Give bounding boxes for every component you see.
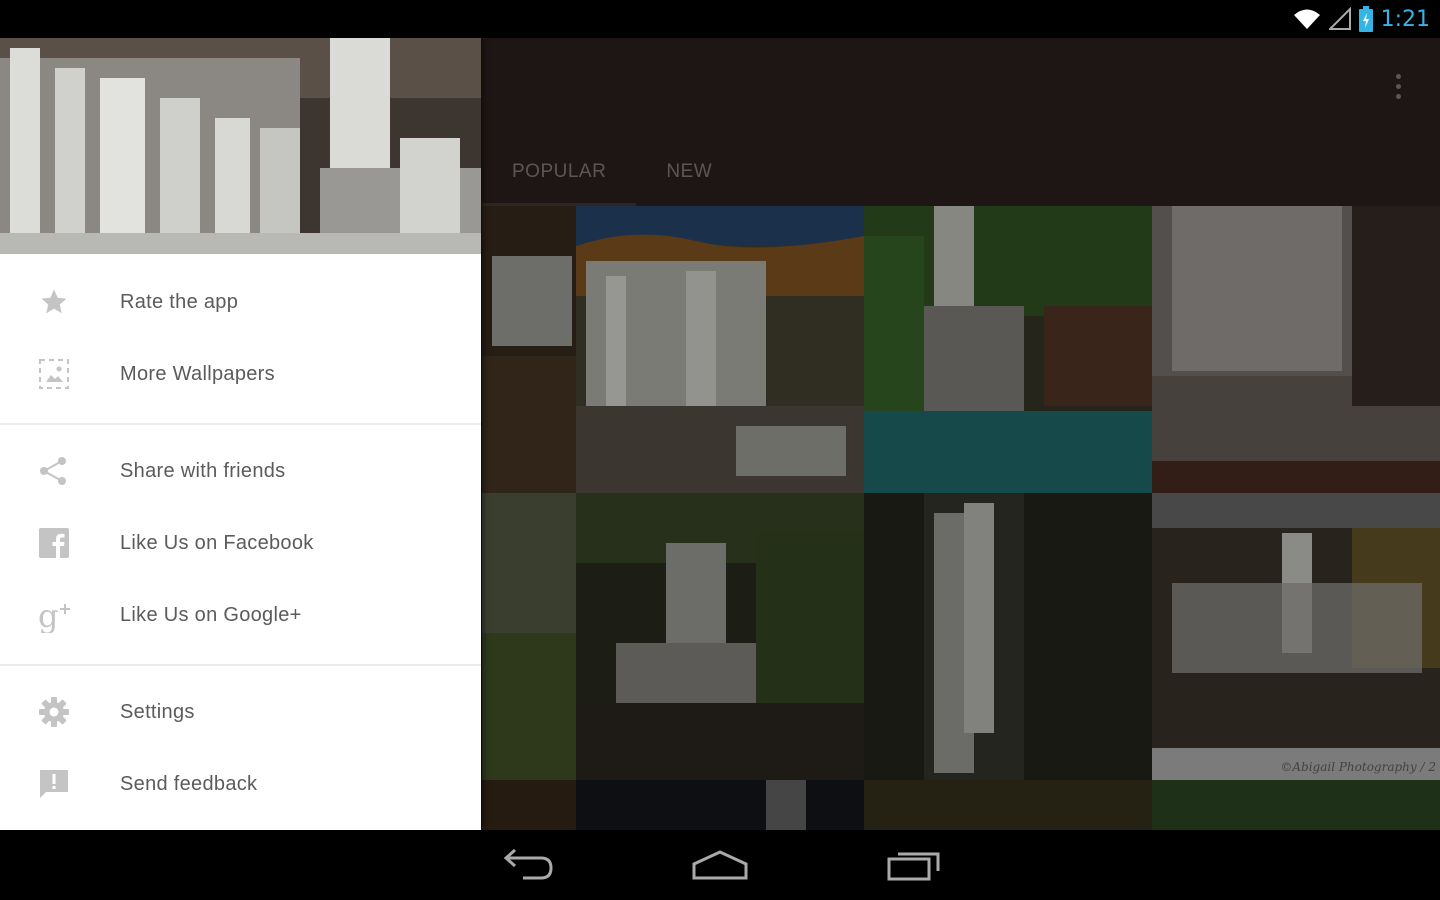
menu-item-label: Rate the app — [120, 290, 239, 313]
app-content: POPULAR NEW ©Abigail Photography / 2 Rat… — [0, 38, 1440, 830]
google-plus-icon: g — [36, 597, 72, 633]
wallpaper-thumbnail[interactable] — [864, 206, 1152, 493]
gear-icon — [36, 694, 72, 730]
back-icon[interactable] — [492, 842, 564, 888]
system-nav-bar — [0, 830, 1440, 900]
status-time: 1:21 — [1380, 6, 1430, 32]
wallpaper-thumbnail[interactable] — [1152, 780, 1440, 830]
wifi-icon — [1293, 9, 1320, 29]
signal-icon — [1328, 7, 1351, 30]
wallpaper-thumbnail[interactable] — [482, 206, 576, 493]
home-icon[interactable] — [684, 842, 756, 888]
battery-icon — [1358, 6, 1373, 32]
feedback-icon — [36, 766, 72, 802]
wallpaper-thumbnail[interactable] — [482, 780, 576, 830]
wallpaper-icon — [36, 356, 72, 392]
wallpaper-thumbnail[interactable] — [864, 780, 1152, 830]
wallpaper-thumbnail[interactable] — [576, 493, 864, 780]
menu-item-label: Share with friends — [120, 459, 286, 482]
menu-item-more-wallpapers[interactable]: More Wallpapers — [0, 338, 481, 410]
wallpaper-thumbnail[interactable] — [482, 493, 576, 780]
status-icons: 1:21 — [1293, 4, 1430, 34]
share-icon — [36, 453, 72, 489]
wallpaper-thumbnail[interactable] — [864, 493, 1152, 780]
tab-new[interactable]: NEW — [636, 148, 742, 206]
wallpaper-thumbnail[interactable] — [1152, 206, 1440, 493]
drawer-header-image — [0, 38, 481, 254]
navigation-drawer: Rate the app More Wallpapers Share with … — [0, 38, 481, 830]
svg-text:g: g — [38, 597, 58, 633]
status-bar: 1:21 — [0, 0, 1440, 38]
menu-item-label: Settings — [120, 700, 195, 723]
menu-item-facebook[interactable]: Like Us on Facebook — [0, 507, 481, 579]
wallpaper-thumbnail[interactable]: ©Abigail Photography / 2 — [1152, 493, 1440, 780]
menu-item-label: More Wallpapers — [120, 362, 275, 385]
star-icon — [36, 284, 72, 320]
tab-popular[interactable]: POPULAR — [482, 148, 637, 206]
menu-item-feedback[interactable]: Send feedback — [0, 748, 481, 820]
wallpaper-thumbnail[interactable] — [576, 206, 864, 493]
menu-item-label: Send feedback — [120, 772, 258, 795]
facebook-icon — [36, 525, 72, 561]
menu-item-label: Like Us on Facebook — [120, 531, 314, 554]
drawer-divider — [0, 423, 481, 425]
photo-watermark: ©Abigail Photography / 2 — [1280, 760, 1436, 774]
more-vertical-icon[interactable] — [1386, 68, 1410, 104]
menu-item-google-plus[interactable]: g Like Us on Google+ — [0, 579, 481, 651]
menu-item-rate-app[interactable]: Rate the app — [0, 266, 481, 338]
tab-bar: POPULAR NEW — [482, 148, 742, 206]
drawer-divider — [0, 664, 481, 666]
menu-item-label: Like Us on Google+ — [120, 603, 302, 626]
wallpaper-thumbnail[interactable] — [576, 780, 864, 830]
menu-item-share[interactable]: Share with friends — [0, 435, 481, 507]
menu-item-settings[interactable]: Settings — [0, 676, 481, 748]
recents-icon[interactable] — [878, 842, 950, 888]
